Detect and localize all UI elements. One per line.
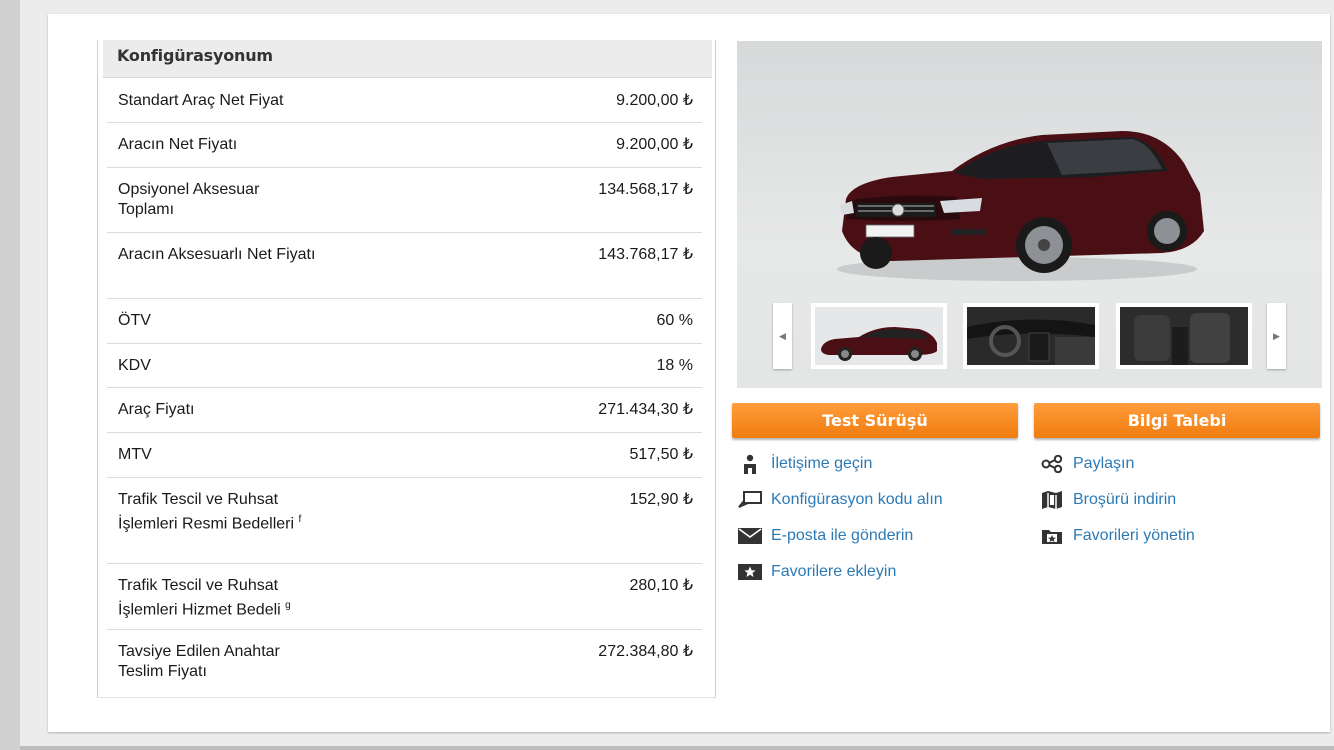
brochure-icon bbox=[1040, 490, 1064, 510]
table-row: Aracın Aksesuarlı Net Fiyatı 143.768,17 … bbox=[107, 233, 702, 299]
thumbnail-dashboard-image bbox=[967, 307, 1095, 365]
manage-favorites-link[interactable]: Favorileri yönetin bbox=[1040, 525, 1195, 547]
table-row: Tavsiye Edilen Anahtar Teslim Fiyatı 272… bbox=[107, 630, 702, 698]
code-bubble-icon bbox=[738, 490, 762, 510]
share-icon bbox=[1040, 454, 1064, 474]
carousel-next-button[interactable]: ▶ bbox=[1267, 303, 1286, 369]
manage-favorites-link-label: Favorileri yönetin bbox=[1073, 527, 1195, 544]
row-label: Araç Fiyatı bbox=[118, 401, 195, 418]
table-row: ÖTV 60 % bbox=[107, 299, 702, 344]
contact-link[interactable]: İletişime geçin bbox=[738, 453, 872, 475]
envelope-icon bbox=[738, 526, 762, 546]
add-favorites-link[interactable]: Favorilere ekleyin bbox=[738, 561, 896, 583]
thumbnail-exterior-image bbox=[815, 307, 943, 365]
row-label: KDV bbox=[118, 357, 151, 374]
row-value: 271.434,30 ₺ bbox=[598, 401, 693, 418]
row-value: 134.568,17 ₺ bbox=[598, 181, 693, 198]
vehicle-gallery: ◀ ▶ bbox=[737, 41, 1322, 388]
thumbnail-exterior[interactable] bbox=[811, 303, 947, 369]
row-label: Standart Araç Net Fiyat bbox=[118, 92, 284, 109]
email-link[interactable]: E-posta ile gönderin bbox=[738, 525, 913, 547]
table-row: KDV 18 % bbox=[107, 344, 702, 388]
car-image bbox=[837, 131, 1204, 281]
person-icon bbox=[738, 454, 762, 474]
thumbnail-carousel: ◀ ▶ bbox=[773, 299, 1286, 371]
carousel-prev-button[interactable]: ◀ bbox=[773, 303, 792, 369]
row-value: 60 % bbox=[656, 312, 693, 329]
row-label: Aracın Aksesuarlı Net Fiyatı bbox=[118, 246, 316, 263]
table-row: Opsiyonel Aksesuar Toplamı 134.568,17 ₺ bbox=[107, 168, 702, 233]
footnote-marker: g bbox=[285, 600, 291, 611]
thumbnail-interior-seats[interactable] bbox=[1116, 303, 1252, 369]
contact-link-label: İletişime geçin bbox=[771, 455, 873, 472]
row-label: Aracın Net Fiyatı bbox=[118, 136, 238, 153]
row-value: 152,90 ₺ bbox=[629, 491, 693, 508]
row-value: 18 % bbox=[656, 357, 693, 374]
page-background: Konfigürasyonum Standart Araç Net Fiyat … bbox=[20, 0, 1334, 750]
email-link-label: E-posta ile gönderin bbox=[771, 527, 914, 544]
brochure-link-label: Broşürü indirin bbox=[1073, 491, 1177, 508]
row-value: 517,50 ₺ bbox=[629, 446, 693, 463]
add-favorites-link-label: Favorilere ekleyin bbox=[771, 563, 897, 580]
share-link[interactable]: Paylaşın bbox=[1040, 453, 1134, 475]
table-row: Aracın Net Fiyatı 9.200,00 ₺ bbox=[107, 123, 702, 168]
row-label-text: Trafik Tescil ve Ruhsat İşlemleri Resmi … bbox=[118, 491, 295, 533]
left-strip bbox=[0, 0, 20, 750]
price-table: Konfigürasyonum Standart Araç Net Fiyat … bbox=[97, 40, 716, 698]
config-code-link-label: Konfigürasyon kodu alın bbox=[771, 491, 943, 508]
table-row: Trafik Tescil ve Ruhsat İşlemleri Resmi … bbox=[107, 478, 702, 564]
row-label-text: Trafik Tescil ve Ruhsat İşlemleri Hizmet… bbox=[118, 577, 281, 619]
footnote-marker: f bbox=[298, 514, 302, 525]
configuration-card: Konfigürasyonum Standart Araç Net Fiyat … bbox=[48, 14, 1330, 732]
row-label: ÖTV bbox=[118, 312, 151, 329]
table-row: MTV 517,50 ₺ bbox=[107, 433, 702, 478]
folder-star-icon bbox=[1040, 526, 1064, 546]
brochure-link[interactable]: Broşürü indirin bbox=[1040, 489, 1176, 511]
row-label: MTV bbox=[118, 446, 152, 463]
test-drive-button[interactable]: Test Sürüşü bbox=[732, 403, 1018, 438]
row-value: 143.768,17 ₺ bbox=[598, 246, 693, 263]
row-value: 9.200,00 ₺ bbox=[616, 92, 693, 109]
config-code-link[interactable]: Konfigürasyon kodu alın bbox=[738, 489, 943, 511]
table-row: Trafik Tescil ve Ruhsat İşlemleri Hizmet… bbox=[107, 564, 702, 630]
row-value: 272.384,80 ₺ bbox=[598, 643, 693, 660]
star-folder-add-icon bbox=[738, 562, 762, 582]
share-link-label: Paylaşın bbox=[1073, 455, 1135, 472]
table-row: Araç Fiyatı 271.434,30 ₺ bbox=[107, 388, 702, 433]
thumbnail-interior-dashboard[interactable] bbox=[963, 303, 1099, 369]
bottom-border bbox=[20, 746, 1334, 750]
row-label: Tavsiye Edilen Anahtar Teslim Fiyatı bbox=[118, 643, 280, 680]
row-value: 280,10 ₺ bbox=[629, 577, 693, 594]
table-row: Standart Araç Net Fiyat 9.200,00 ₺ bbox=[107, 78, 702, 123]
row-value: 9.200,00 ₺ bbox=[616, 136, 693, 153]
thumbnail-seats-image bbox=[1120, 307, 1248, 365]
row-label: Trafik Tescil ve Ruhsat İşlemleri Hizmet… bbox=[118, 576, 338, 620]
price-table-title: Konfigürasyonum bbox=[103, 40, 712, 78]
info-request-button[interactable]: Bilgi Talebi bbox=[1034, 403, 1320, 438]
row-label: Opsiyonel Aksesuar Toplamı bbox=[118, 181, 260, 218]
row-label: Trafik Tescil ve Ruhsat İşlemleri Resmi … bbox=[118, 490, 313, 534]
